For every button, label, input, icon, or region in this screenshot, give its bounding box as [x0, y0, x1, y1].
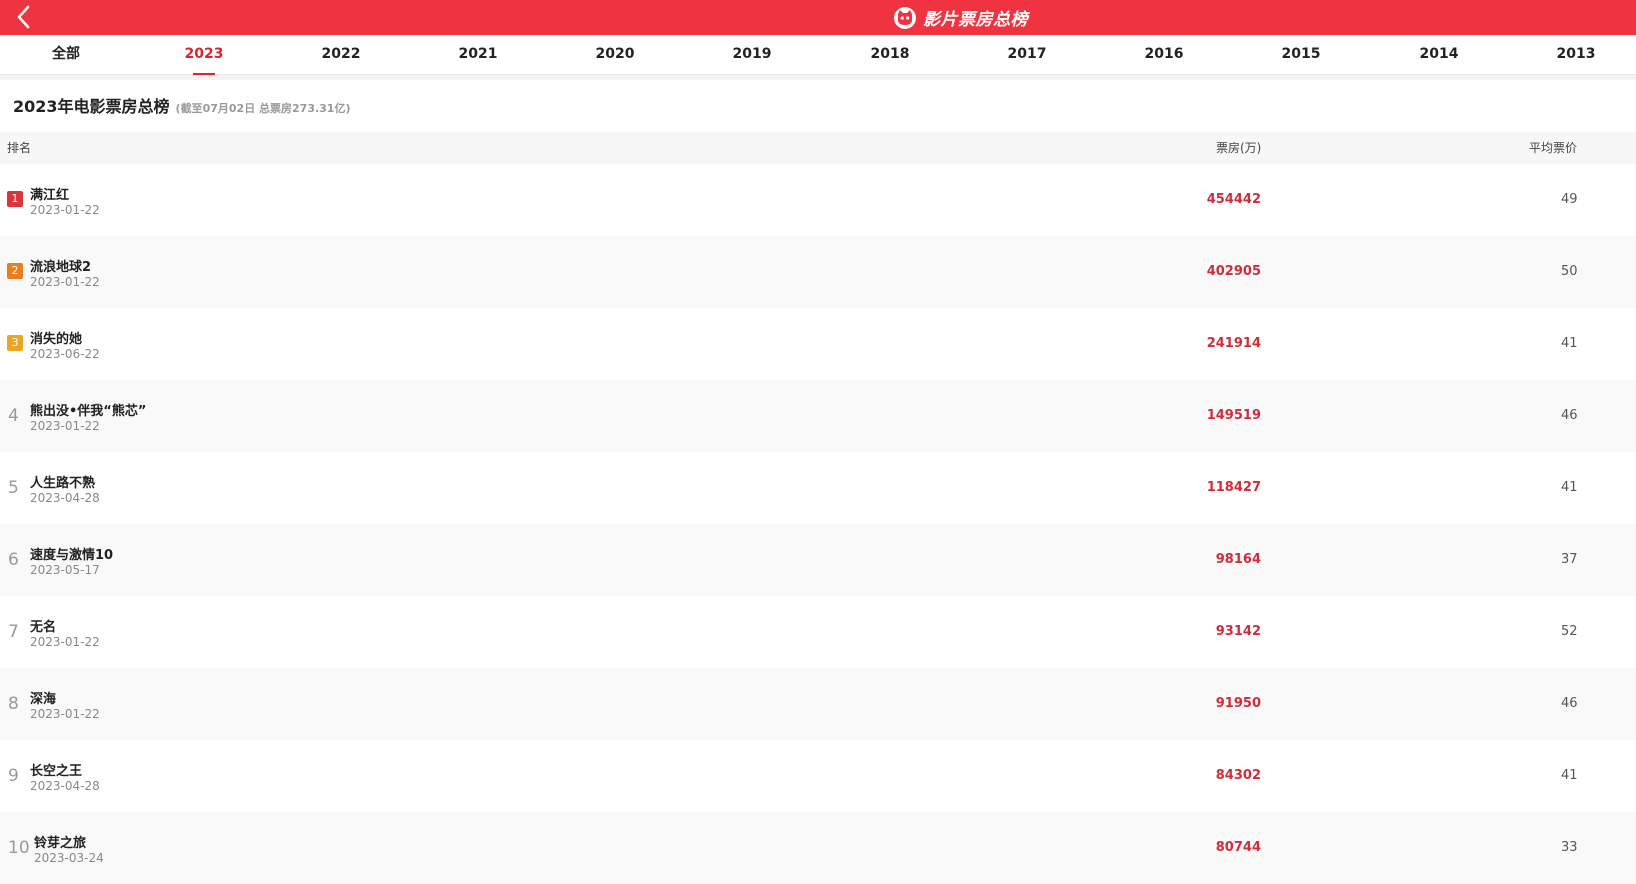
- table-row[interactable]: 5 人生路不熟 2023-04-28 118427 41: [0, 452, 1636, 524]
- rank-number: 6: [8, 550, 19, 570]
- chart-subtitle: (截至07月02日 总票房273.31亿): [175, 102, 351, 115]
- avg-price-value: 52: [1561, 624, 1578, 639]
- avg-price-value: 46: [1561, 408, 1578, 423]
- tab-2015[interactable]: 2015: [1282, 35, 1321, 74]
- table-row[interactable]: 6 速度与激情10 2023-05-17 98164 37: [0, 524, 1636, 596]
- table-row[interactable]: 3 消失的她 2023-06-22 241914 41: [0, 308, 1636, 380]
- chart-heading: 2023年电影票房总榜 (截至07月02日 总票房273.31亿): [13, 93, 351, 119]
- tab-2021[interactable]: 2021: [459, 35, 498, 74]
- table-row[interactable]: 10 铃芽之旅 2023-03-24 80744 33: [0, 812, 1636, 884]
- release-date: 2023-01-22: [30, 203, 100, 217]
- box-office-value: 241914: [1206, 336, 1261, 351]
- avg-price-value: 50: [1561, 264, 1578, 279]
- avg-price-value: 33: [1561, 840, 1578, 855]
- rank-number: 10: [8, 838, 30, 858]
- table-row[interactable]: 4 熊出没•伴我“熊芯” 2023-01-22 149519 46: [0, 380, 1636, 452]
- tab-2016[interactable]: 2016: [1145, 35, 1184, 74]
- tab-2017[interactable]: 2017: [1008, 35, 1047, 74]
- tab-2014[interactable]: 2014: [1420, 35, 1459, 74]
- table-row[interactable]: 7 无名 2023-01-22 93142 52: [0, 596, 1636, 668]
- release-date: 2023-06-22: [30, 347, 100, 361]
- avg-price-value: 49: [1561, 192, 1578, 207]
- avg-price-value: 41: [1561, 336, 1578, 351]
- release-date: 2023-01-22: [30, 707, 100, 721]
- tab-2023[interactable]: 2023: [185, 35, 224, 74]
- release-date: 2023-05-17: [30, 563, 100, 577]
- movie-title[interactable]: 铃芽之旅: [34, 832, 86, 851]
- table-row[interactable]: 2 流浪地球2 2023-01-22 402905 50: [0, 236, 1636, 308]
- page-title: 影片票房总榜: [923, 10, 1028, 30]
- rank-badge: 1: [7, 191, 23, 207]
- chevron-left-icon: [17, 5, 30, 29]
- movie-title[interactable]: 熊出没•伴我“熊芯”: [30, 400, 146, 419]
- rank-number: 4: [8, 406, 19, 426]
- avg-price-value: 41: [1561, 480, 1578, 495]
- avg-price-value: 37: [1561, 552, 1578, 567]
- release-date: 2023-01-22: [30, 419, 100, 433]
- rank-number: 7: [8, 622, 19, 642]
- movie-title[interactable]: 无名: [30, 616, 56, 635]
- box-office-value: 149519: [1206, 408, 1261, 423]
- box-office-value: 91950: [1215, 696, 1261, 711]
- back-button[interactable]: [10, 3, 38, 31]
- avg-price-value: 46: [1561, 696, 1578, 711]
- tab-2019[interactable]: 2019: [733, 35, 772, 74]
- movie-title[interactable]: 流浪地球2: [30, 256, 91, 275]
- year-tabs: 全部 2023 2022 2021 2020 2019 2018 2017 2016 2015 20…: [0, 35, 1636, 75]
- tab-all[interactable]: 全部: [52, 35, 80, 74]
- box-office-value: 402905: [1206, 264, 1261, 279]
- box-office-value: 80744: [1215, 840, 1261, 855]
- movie-title[interactable]: 速度与激情10: [30, 544, 113, 563]
- box-office-value: 98164: [1215, 552, 1261, 567]
- col-box-office-header: 票房(万): [1216, 141, 1262, 155]
- tab-2018[interactable]: 2018: [871, 35, 910, 74]
- chart-title: 2023年电影票房总榜: [13, 97, 170, 116]
- box-office-value: 84302: [1215, 768, 1261, 783]
- movie-list: 1 满江红 2023-01-22 454442 49 2 流浪地球2 2023-01-22 40…: [0, 164, 1636, 884]
- col-rank-header: 排名: [7, 141, 32, 155]
- movie-title[interactable]: 满江红: [30, 184, 69, 203]
- table-row[interactable]: 9 长空之王 2023-04-28 84302 41: [0, 740, 1636, 812]
- tab-2020[interactable]: 2020: [596, 35, 635, 74]
- release-date: 2023-01-22: [30, 275, 100, 289]
- release-date: 2023-04-28: [30, 779, 100, 793]
- movie-title[interactable]: 深海: [30, 688, 56, 707]
- tab-2022[interactable]: 2022: [322, 35, 361, 74]
- release-date: 2023-03-24: [34, 851, 104, 865]
- box-office-value: 454442: [1206, 192, 1261, 207]
- header-title-group: 影片票房总榜: [893, 0, 1028, 35]
- rank-number: 5: [8, 478, 19, 498]
- box-office-value: 118427: [1206, 480, 1261, 495]
- table-header: 排名 票房(万) 平均票价: [0, 132, 1636, 164]
- rank-number: 8: [8, 694, 19, 714]
- movie-title[interactable]: 消失的她: [30, 328, 82, 347]
- rank-badge: 3: [7, 335, 23, 351]
- release-date: 2023-04-28: [30, 491, 100, 505]
- movie-title[interactable]: 长空之王: [30, 760, 82, 779]
- maoyan-cat-logo-icon: [894, 6, 916, 29]
- box-office-value: 93142: [1215, 624, 1261, 639]
- movie-title[interactable]: 人生路不熟: [30, 472, 95, 491]
- table-row[interactable]: 1 满江红 2023-01-22 454442 49: [0, 164, 1636, 236]
- rank-number: 9: [8, 766, 19, 786]
- avg-price-value: 41: [1561, 768, 1578, 783]
- col-avg-price-header: 平均票价: [1529, 141, 1578, 155]
- release-date: 2023-01-22: [30, 635, 100, 649]
- section-divider: [0, 75, 1636, 80]
- tab-2013[interactable]: 2013: [1557, 35, 1596, 74]
- rank-badge: 2: [7, 263, 23, 279]
- table-row[interactable]: 8 深海 2023-01-22 91950 46: [0, 668, 1636, 740]
- top-bar: 影片票房总榜: [0, 0, 1636, 35]
